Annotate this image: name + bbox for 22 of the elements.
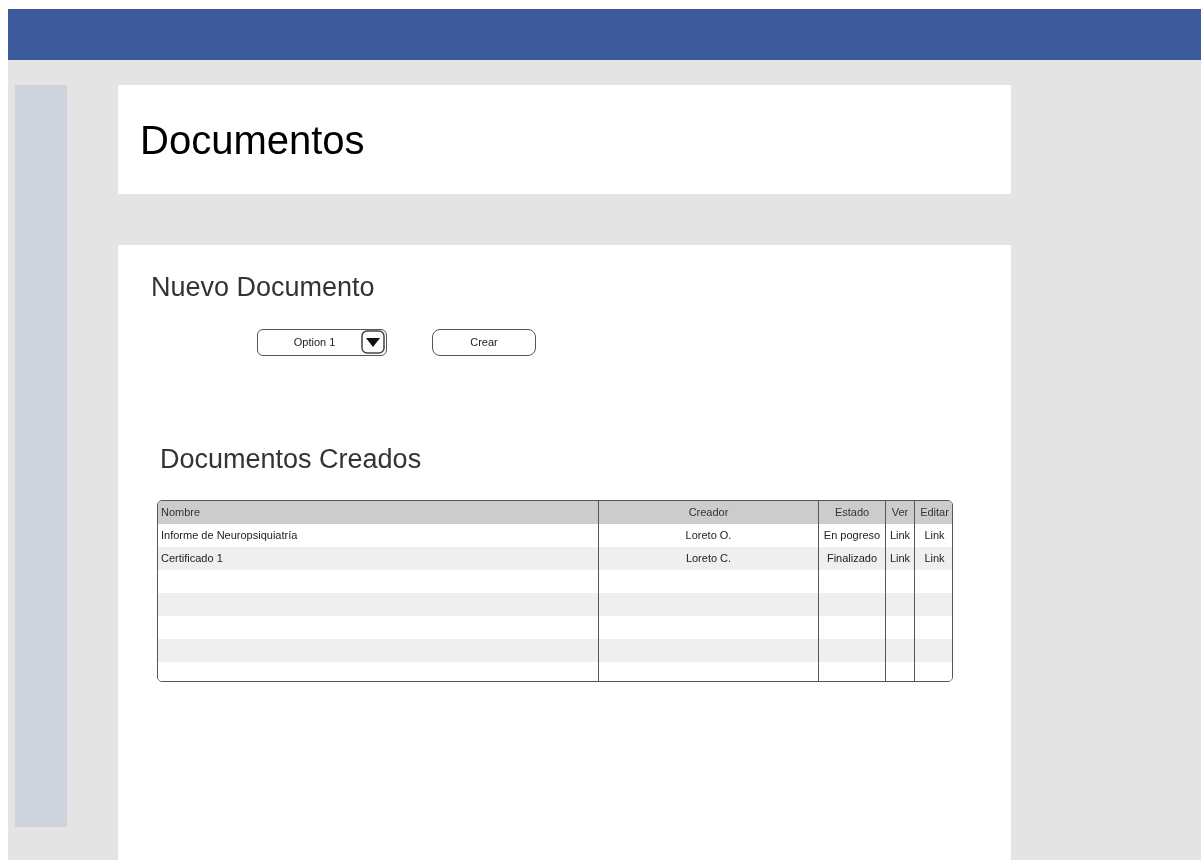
view-link[interactable]: Link bbox=[889, 549, 911, 567]
column-header: Ver bbox=[886, 500, 915, 524]
table-cell-text: Loreto O. bbox=[685, 527, 732, 543]
column-header: Creador bbox=[599, 500, 819, 524]
column-header: Nombre bbox=[158, 500, 599, 524]
table-cell-text: Certificado 1 bbox=[161, 550, 223, 566]
table-cell-text: Informe de Neuropsiquiatría bbox=[161, 527, 298, 543]
column-header: Editar bbox=[919, 504, 950, 520]
section-title: Documentos Creados bbox=[160, 442, 423, 476]
table-cell-text: Loreto C. bbox=[685, 550, 732, 566]
option-dropdown[interactable]: Option 1 bbox=[257, 328, 387, 356]
page-title: Documentos bbox=[140, 116, 365, 164]
caret-icon bbox=[361, 330, 385, 355]
edit-link[interactable]: Link bbox=[924, 549, 945, 567]
table-cell-text: Finalizado bbox=[826, 550, 878, 566]
table-cell-text: En pogreso bbox=[823, 527, 881, 543]
create-button[interactable]: Crear bbox=[432, 328, 536, 356]
column-header: Estado bbox=[819, 500, 886, 524]
dropdown-value: Option 1 bbox=[292, 335, 337, 350]
section-title: Nuevo Documento bbox=[151, 271, 376, 304]
view-link[interactable]: Link bbox=[889, 526, 911, 544]
edit-link[interactable]: Link bbox=[924, 526, 945, 544]
